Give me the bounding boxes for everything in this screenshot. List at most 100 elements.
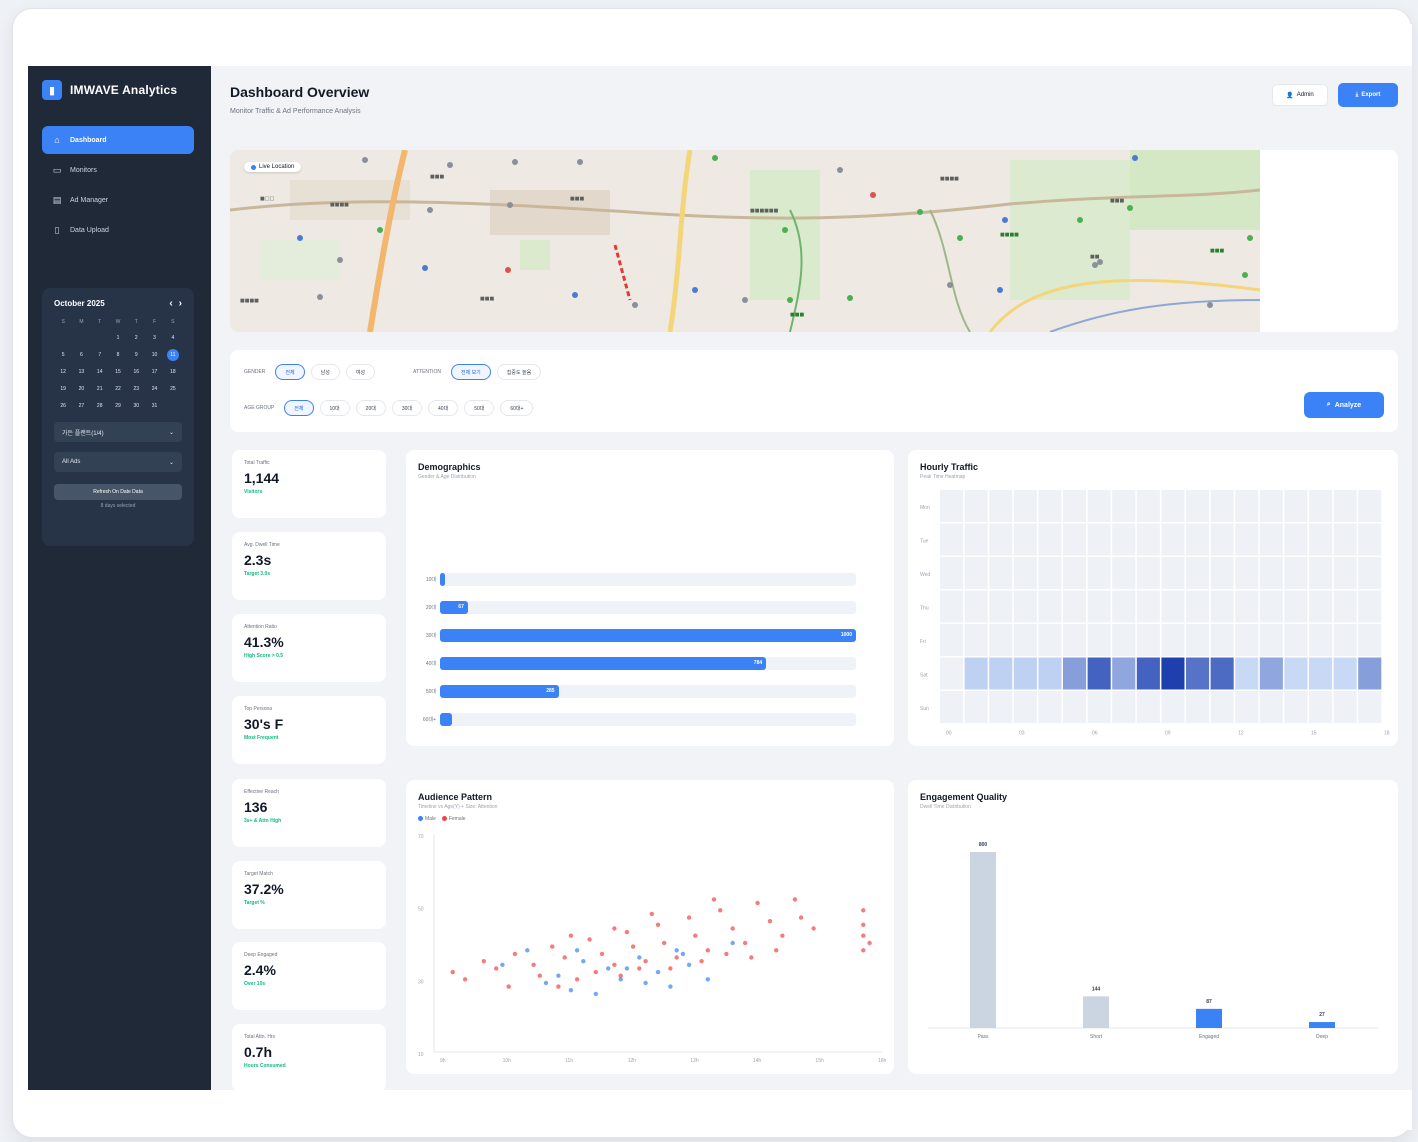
calendar-day[interactable]: 1 — [109, 332, 127, 344]
calendar-day[interactable]: 18 — [164, 366, 182, 378]
scatter-point-female — [705, 948, 710, 953]
calendar-day[interactable]: 9 — [127, 349, 145, 361]
scatter-x-tick: 12h — [628, 1058, 637, 1064]
scatter-x-tick: 14h — [753, 1058, 762, 1064]
calendar-day[interactable]: 22 — [109, 383, 127, 395]
calendar-day[interactable]: 21 — [91, 383, 109, 395]
calendar-day[interactable]: 13 — [72, 366, 90, 378]
gender-chip[interactable]: 전체 — [275, 364, 305, 380]
heatmap-cell — [989, 490, 1013, 522]
heatmap-x-tick: 00 — [946, 731, 952, 737]
heatmap-cell — [1136, 624, 1160, 656]
calendar-day[interactable]: 6 — [72, 349, 90, 361]
calendar-day[interactable]: 3 — [145, 332, 163, 344]
calendar-day[interactable]: 15 — [109, 366, 127, 378]
calendar-day[interactable]: 7 — [91, 349, 109, 361]
svg-text:■■■: ■■■ — [480, 296, 494, 302]
age-chip[interactable]: 50대 — [464, 400, 495, 416]
chevron-left-icon[interactable]: ‹ — [169, 298, 172, 309]
export-button[interactable]: ⤓ Export — [1338, 83, 1398, 107]
calendar-day[interactable]: 29 — [109, 400, 127, 412]
demographics-subtitle: Gender & Age Distribution — [418, 474, 476, 480]
gender-chip[interactable]: 남성 — [310, 364, 340, 380]
calendar-day[interactable]: 19 — [54, 383, 72, 395]
refresh-data-button[interactable]: Refresh On Date Data — [54, 484, 182, 500]
heatmap-row-label: Fri — [920, 639, 926, 645]
demographics-bar-value: 285 — [546, 687, 555, 694]
kpi-label: Total Traffic — [244, 460, 270, 466]
search-icon: ⌕ — [1326, 401, 1331, 408]
svg-text:■■: ■■ — [1090, 254, 1100, 260]
heatmap-cell — [1210, 490, 1234, 522]
heatmap-cell — [1063, 590, 1087, 623]
heatmap-cell — [964, 691, 988, 723]
admin-button[interactable]: 👤 Admin — [1272, 84, 1328, 106]
calendar-day[interactable]: 25 — [164, 383, 182, 395]
attention-chip[interactable]: 집중도 높음 — [496, 364, 542, 380]
chevron-right-icon[interactable]: › — [179, 298, 182, 309]
scatter-point-male — [637, 955, 642, 960]
calendar-day[interactable]: 26 — [54, 400, 72, 412]
sidebar-item-label: Ad Manager — [70, 196, 109, 204]
sidebar-item-ad-manager[interactable]: ▤ Ad Manager — [42, 186, 194, 214]
calendar-weekday: T — [98, 319, 102, 325]
scatter-y-tick: 30 — [418, 979, 424, 985]
monitor-select[interactable]: 가든 플랜트(1/4) ⌄ — [54, 422, 182, 442]
kpi-card: Attention Ratio 41.3% High Score > 0.5 — [232, 614, 386, 682]
calendar-day[interactable]: 10 — [145, 349, 163, 361]
calendar-day[interactable]: 27 — [72, 400, 90, 412]
heatmap-cell — [1136, 590, 1160, 623]
heatmap-cell — [1284, 691, 1308, 723]
calendar-day[interactable]: 2 — [127, 332, 145, 344]
heatmap-cell — [1136, 691, 1160, 723]
heatmap-cell — [1358, 523, 1382, 556]
calendar-day[interactable]: 17 — [145, 366, 163, 378]
sidebar-item-data-upload[interactable]: ▯ Data Upload — [42, 216, 194, 244]
heatmap-cell — [1284, 557, 1308, 589]
sidebar-item-monitors[interactable]: ▭ Monitors — [42, 156, 194, 184]
scatter-point-male — [643, 980, 648, 986]
scatter-point-female — [711, 897, 717, 902]
calendar-weekday: F — [153, 319, 157, 325]
scatter-point-female — [494, 966, 499, 971]
heatmap-cell — [989, 557, 1013, 589]
calendar-day[interactable]: 16 — [127, 366, 145, 378]
scatter-point-female — [686, 915, 692, 920]
heatmap-cell — [989, 657, 1013, 690]
attention-chip[interactable]: 전체 보기 — [450, 364, 491, 380]
calendar-day[interactable]: 5 — [54, 349, 72, 361]
age-chip[interactable]: 30대 — [391, 400, 423, 416]
sidebar-item-dashboard[interactable]: ⌂ Dashboard — [42, 126, 194, 154]
calendar-day[interactable]: 23 — [127, 383, 145, 395]
age-chip[interactable]: 60대+ — [500, 400, 534, 416]
calendar-day[interactable]: 28 — [91, 400, 109, 412]
ad-select[interactable]: All Ads ⌄ — [54, 452, 182, 472]
calendar-day[interactable]: 20 — [72, 383, 90, 395]
heatmap-cell — [1186, 523, 1210, 556]
calendar-day[interactable]: 24 — [145, 383, 163, 395]
calendar-day[interactable]: 4 — [164, 332, 182, 344]
map-view[interactable]: ■□□ ■■■■ ■■■ ■■■ ■■■■■■ ■■■ ■■■■ ■■ ■■■■ ■■■ ■… — [230, 150, 1261, 332]
age-chip[interactable]: 40대 — [428, 400, 459, 416]
heatmap-row-label: Thu — [920, 605, 929, 611]
calendar-day[interactable]: 8 — [109, 349, 127, 361]
user-icon: 👤 — [1286, 92, 1294, 99]
calendar-blank — [54, 332, 72, 344]
calendar-day[interactable]: 31 — [145, 400, 163, 412]
analyze-button[interactable]: ⌕ Analyze — [1304, 392, 1384, 418]
engagement-bar-value: 27 — [1319, 1012, 1325, 1018]
calendar-day[interactable]: 14 — [91, 366, 109, 378]
gender-chip[interactable]: 여성 — [345, 364, 376, 380]
demographics-bar-label: 60대+ — [422, 716, 436, 723]
calendar-day[interactable]: 11 — [166, 349, 179, 361]
engagement-bar — [970, 852, 996, 1028]
kpi-value: 2.4% — [244, 962, 276, 978]
scatter-point-male — [705, 977, 710, 982]
refresh-data-label: Refresh On Date Data — [93, 489, 143, 495]
heatmap-cell — [1038, 657, 1062, 690]
calendar-day[interactable]: 30 — [127, 400, 145, 412]
calendar-day[interactable]: 12 — [54, 366, 72, 378]
age-chip[interactable]: 전체 — [284, 400, 314, 416]
age-chip[interactable]: 10대 — [319, 400, 350, 416]
age-chip[interactable]: 20대 — [355, 400, 386, 416]
